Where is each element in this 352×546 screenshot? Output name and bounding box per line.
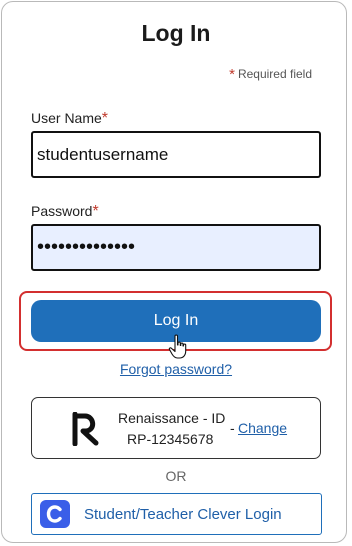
- username-input[interactable]: [31, 131, 321, 178]
- password-required-asterisk: *: [92, 203, 99, 220]
- forgot-password-link[interactable]: Forgot password?: [0, 361, 352, 377]
- renaissance-id-name: Renaissance - ID: [118, 410, 226, 426]
- renaissance-logo-icon: [72, 412, 99, 446]
- page-title: Log In: [141, 20, 211, 46]
- or-divider: OR: [165, 468, 187, 484]
- required-field-note: * Required field: [229, 66, 312, 83]
- required-asterisk: *: [229, 66, 235, 83]
- required-note-text: Required field: [237, 67, 312, 81]
- username-label: User Name*: [31, 110, 108, 128]
- password-input[interactable]: [31, 224, 321, 271]
- renaissance-id-value: RP-12345678: [127, 431, 214, 447]
- username-label-text: User Name: [31, 110, 102, 126]
- clever-login-button[interactable]: Student/Teacher Clever Login: [31, 493, 322, 535]
- hand-pointer-icon: [168, 334, 187, 359]
- change-id-link[interactable]: Change: [238, 420, 287, 436]
- username-required-asterisk: *: [101, 110, 109, 127]
- renaissance-separator: -: [230, 420, 235, 436]
- password-label: Password*: [31, 203, 99, 221]
- clever-login-label: Student/Teacher Clever Login: [84, 506, 282, 523]
- clever-logo-icon: [40, 500, 70, 528]
- password-label-text: Password: [31, 203, 93, 219]
- renaissance-id-card: Renaissance - ID RP-12345678 - Change: [31, 397, 321, 459]
